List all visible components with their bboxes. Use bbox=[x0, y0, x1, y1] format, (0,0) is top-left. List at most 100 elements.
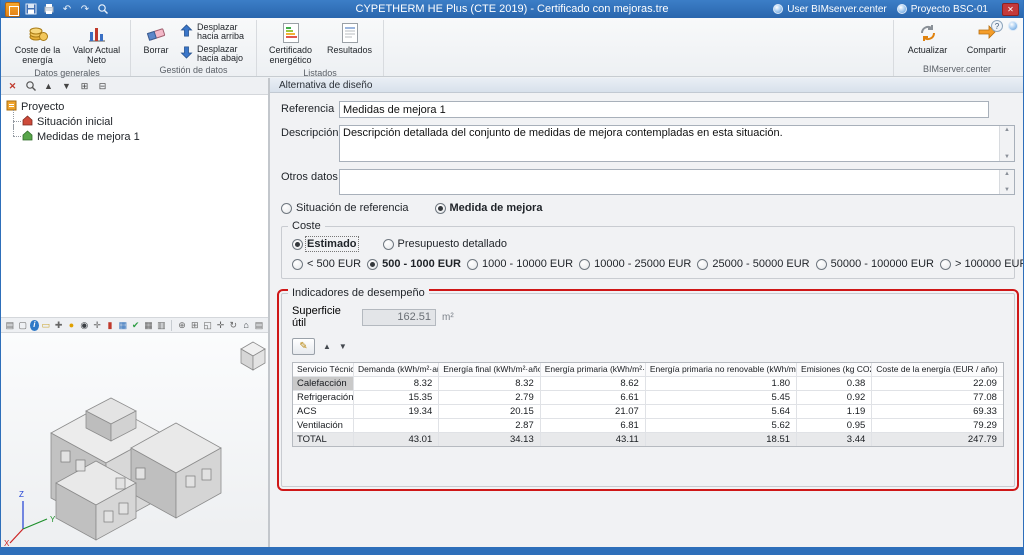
descripcion-scrollbar[interactable]: ▲ ▼ bbox=[999, 126, 1014, 161]
viewport-toolbar: ▤ ▢ i ▭ ✚ ● ◉ ✛ ▮ ▦ ✔ ▦ ▥ ⊕ ⊞ ◱ ✛ ↻ ⌂ ▤ bbox=[1, 317, 268, 333]
tree-item-medidas-de-mejora-1[interactable]: Medidas de mejora 1 bbox=[6, 125, 263, 144]
search-icon[interactable] bbox=[24, 80, 37, 93]
radio-range-6[interactable]: > 100000 EUR bbox=[939, 258, 1023, 270]
tree-item-label: Medidas de mejora 1 bbox=[37, 130, 140, 143]
table-row[interactable]: Calefacción 8.32 8.32 8.62 1.80 0.38 22.… bbox=[293, 376, 1003, 390]
bimserver-user[interactable]: User BIMserver.center bbox=[773, 4, 887, 15]
group-label-gestion-datos: Gestión de datos bbox=[159, 65, 228, 75]
radio-medida-mejora[interactable]: Medida de mejora bbox=[434, 202, 542, 214]
radio-circle bbox=[292, 258, 303, 270]
desplazar-abajo-button[interactable]: Desplazar hacia abajo bbox=[178, 44, 251, 64]
column-icon[interactable]: ▮ bbox=[104, 319, 116, 332]
redo-icon[interactable]: ↷ bbox=[78, 2, 92, 16]
grid-icon[interactable]: ▦ bbox=[117, 319, 129, 332]
radio-range-4[interactable]: 25000 - 50000 EUR bbox=[697, 258, 810, 270]
axis-z-label: Z bbox=[19, 490, 24, 499]
move-icon[interactable]: ✛ bbox=[91, 319, 103, 332]
row-up-icon[interactable]: ▲ bbox=[323, 342, 331, 351]
indicadores-group-title: Indicadores de desempeño bbox=[288, 287, 429, 299]
undo-icon[interactable]: ↶ bbox=[60, 2, 74, 16]
radio-situacion-referencia[interactable]: Situación de referencia bbox=[281, 202, 409, 214]
print-view-icon[interactable]: ▤ bbox=[253, 319, 265, 332]
help-icon[interactable]: ? bbox=[991, 20, 1003, 32]
actualizar-button[interactable]: Actualizar bbox=[899, 20, 956, 57]
results-document-icon bbox=[340, 22, 360, 44]
ruler-icon[interactable]: ▭ bbox=[40, 319, 52, 332]
3d-viewport[interactable]: Z Y X bbox=[1, 333, 268, 548]
performance-table: Servicio Técnico Demanda (kWh/m²·año) En… bbox=[292, 362, 1004, 447]
orbit-icon[interactable]: ↻ bbox=[227, 319, 239, 332]
situation-initial-icon bbox=[22, 114, 33, 129]
radio-range-0[interactable]: < 500 EUR bbox=[292, 258, 361, 270]
3d-model: Z Y X bbox=[4, 341, 266, 548]
radio-presupuesto-detallado[interactable]: Presupuesto detallado bbox=[382, 238, 507, 250]
desplazar-arriba-button[interactable]: Desplazar hacia arriba bbox=[178, 22, 251, 42]
radio-circle bbox=[292, 238, 303, 250]
bimserver-sync-icon[interactable] bbox=[1008, 21, 1018, 31]
table-row[interactable]: Refrigeración 15.35 2.79 6.61 5.45 0.92 … bbox=[293, 390, 1003, 404]
table-row-total[interactable]: TOTAL 43.01 34.13 43.11 18.51 3.44 247.7… bbox=[293, 432, 1003, 446]
radio-circle bbox=[367, 258, 379, 270]
radio-circle bbox=[382, 238, 394, 250]
quick-access-toolbar: ↶ ↷ bbox=[5, 1, 110, 17]
scroll-up-icon[interactable]: ▲ bbox=[1004, 171, 1010, 177]
radio-circle bbox=[697, 258, 709, 270]
project-tree: Proyecto Situación inicial Medidas de me… bbox=[1, 95, 268, 317]
net-present-value-icon bbox=[86, 22, 108, 44]
zoom-extents-icon[interactable]: ◱ bbox=[202, 319, 214, 332]
radio-range-3[interactable]: 10000 - 25000 EUR bbox=[579, 258, 691, 270]
tree-item-situacion-inicial[interactable]: Situación inicial bbox=[6, 110, 263, 129]
home-view-icon[interactable]: ⌂ bbox=[240, 319, 252, 332]
edit-icon[interactable]: ✎ bbox=[292, 338, 315, 355]
layers-icon[interactable]: ▤ bbox=[4, 319, 16, 332]
scroll-down-icon[interactable]: ▼ bbox=[1004, 187, 1010, 193]
app-logo-icon[interactable] bbox=[5, 1, 20, 17]
zoom-window-icon[interactable]: ⊞ bbox=[189, 319, 201, 332]
zoom-icon[interactable] bbox=[96, 2, 110, 16]
ribbon-group-listados: Certificado energético Resultados Listad… bbox=[257, 20, 384, 78]
certificado-energetico-button[interactable]: Certificado energético bbox=[262, 20, 319, 67]
coste-energia-button[interactable]: Coste de la energía bbox=[9, 20, 66, 67]
radio-estimado[interactable]: Estimado bbox=[292, 236, 359, 252]
energy-certificate-icon bbox=[281, 22, 301, 44]
lightbulb-icon[interactable]: ● bbox=[66, 319, 78, 332]
collapse-tree-icon[interactable]: ⊟ bbox=[96, 80, 109, 93]
descripcion-input[interactable]: Descripción detallada del conjunto de me… bbox=[339, 125, 1015, 162]
radio-range-1[interactable]: 500 - 1000 EUR bbox=[367, 258, 461, 270]
table-icon[interactable]: ▥ bbox=[155, 319, 167, 332]
scroll-up-icon[interactable]: ▲ bbox=[1004, 127, 1010, 133]
tree-root-proyecto[interactable]: Proyecto bbox=[6, 99, 263, 114]
move-up-icon[interactable]: ▲ bbox=[42, 80, 55, 93]
radio-range-5[interactable]: 50000 - 100000 EUR bbox=[815, 258, 934, 270]
axes-icon[interactable]: ✚ bbox=[53, 319, 65, 332]
row-down-icon[interactable]: ▼ bbox=[339, 342, 347, 351]
delete-icon[interactable]: ✕ bbox=[6, 80, 19, 93]
expand-tree-icon[interactable]: ⊞ bbox=[78, 80, 91, 93]
pan-icon[interactable]: ✛ bbox=[215, 319, 227, 332]
info-icon[interactable]: i bbox=[29, 319, 39, 331]
borrar-button[interactable]: Borrar bbox=[136, 20, 176, 57]
valor-actual-neto-button[interactable]: Valor Actual Neto bbox=[68, 20, 125, 67]
referencia-input[interactable] bbox=[339, 101, 989, 118]
superficie-unit: m² bbox=[442, 311, 454, 323]
close-button[interactable]: ✕ bbox=[1002, 2, 1019, 16]
zoom-in-icon[interactable]: ⊕ bbox=[176, 319, 188, 332]
tree-root-label: Proyecto bbox=[21, 100, 65, 113]
otros-datos-scrollbar[interactable]: ▲ ▼ bbox=[999, 170, 1014, 194]
table-row[interactable]: Ventilación 2.87 6.81 5.62 0.95 79.29 bbox=[293, 418, 1003, 432]
move-down-icon[interactable]: ▼ bbox=[60, 80, 73, 93]
radio-range-2[interactable]: 1000 - 10000 EUR bbox=[467, 258, 573, 270]
visibility-icon[interactable]: ◉ bbox=[78, 319, 90, 332]
otros-datos-input[interactable]: ▲ ▼ bbox=[339, 169, 1015, 195]
otros-datos-label: Otros datos bbox=[281, 171, 338, 183]
bimserver-project[interactable]: Proyecto BSC-01 bbox=[896, 4, 988, 15]
scroll-down-icon[interactable]: ▼ bbox=[1004, 154, 1010, 160]
save-icon[interactable] bbox=[24, 2, 38, 16]
table-row[interactable]: ACS 19.34 20.15 21.07 5.64 1.19 69.33 bbox=[293, 404, 1003, 418]
mesh-icon[interactable]: ▦ bbox=[143, 319, 155, 332]
resultados-button[interactable]: Resultados bbox=[321, 20, 378, 57]
check-grid-icon[interactable]: ✔ bbox=[130, 319, 142, 332]
components-icon[interactable]: ▢ bbox=[17, 319, 29, 332]
group-label-bimserver: BIMserver.center bbox=[922, 64, 992, 74]
print-icon[interactable] bbox=[42, 2, 56, 16]
